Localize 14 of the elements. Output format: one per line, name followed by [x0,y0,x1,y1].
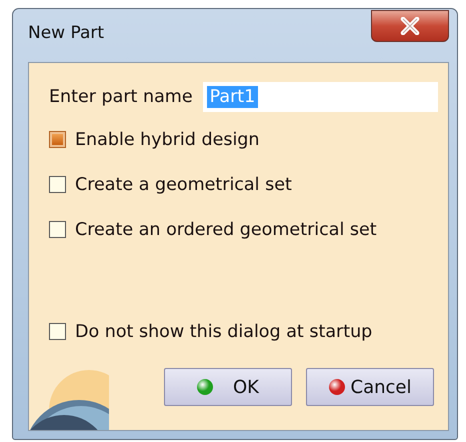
ok-button[interactable]: OK [164,368,292,406]
checkbox[interactable] [49,323,66,340]
window-title: New Part [28,23,104,43]
cancel-button[interactable]: Cancel [306,368,434,406]
checkbox[interactable] [49,176,66,193]
checkbox-label: Enable hybrid design [75,130,260,150]
checkbox-label: Create a geometrical set [75,174,292,194]
close-button[interactable] [371,10,449,42]
checkbox[interactable] [49,131,66,148]
part-name-label: Enter part name [49,87,193,107]
checkbox-label: Create an ordered geometrical set [75,220,377,240]
close-icon [399,17,421,35]
checkbox-label: Do not show this dialog at startup [75,322,372,342]
checkbox[interactable] [49,221,66,238]
